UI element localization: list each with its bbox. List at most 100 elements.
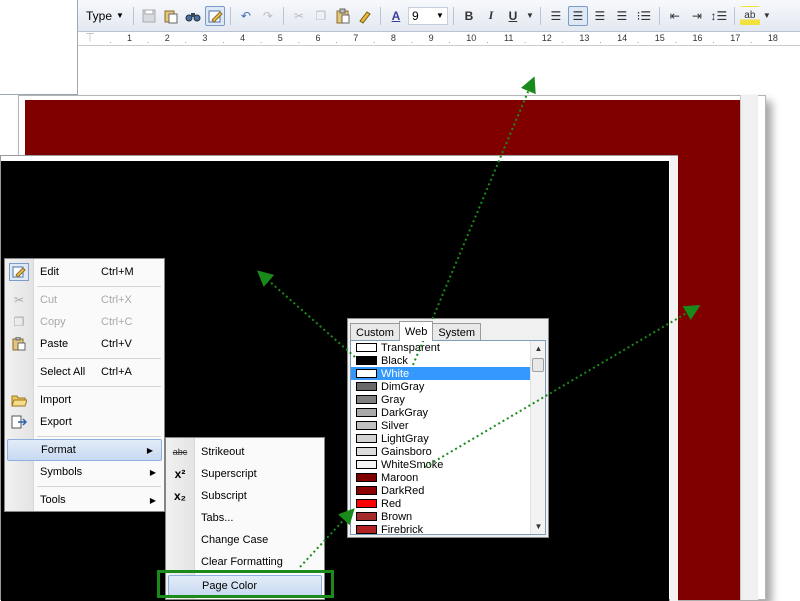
color-swatch — [356, 395, 377, 404]
ruler-tick: · — [712, 38, 715, 47]
color-list-item[interactable]: Red — [351, 497, 531, 510]
horizontal-ruler[interactable]: 1 · 2 · 3 · 4 · 5 · 6 · 7 · 8 · 9 · 10 · 11 · 12 · 13 · 14 · 15 · 16 · 1… — [78, 32, 800, 47]
align-left-icon[interactable]: ☰ — [567, 5, 588, 26]
bullets-icon[interactable]: ⁝☰ — [634, 6, 654, 26]
color-list-item[interactable]: Gray — [351, 393, 531, 406]
menu-item-cut[interactable]: ✂ Cut Ctrl+X — [5, 289, 164, 311]
color-name: WhiteSmoke — [381, 458, 444, 471]
font-color-icon[interactable]: A — [386, 6, 406, 26]
color-list-item[interactable]: Gainsboro — [351, 445, 531, 458]
toolbar-separator — [132, 6, 134, 25]
color-list-item[interactable]: Silver — [351, 419, 531, 432]
ruler-tick: · — [259, 38, 263, 47]
menu-item-change-case[interactable]: Change Case — [166, 529, 324, 551]
ruler-number: 12 — [541, 33, 552, 43]
menu-item-paste[interactable]: Paste Ctrl+V — [5, 333, 164, 355]
menu-item-copy[interactable]: ❐ Copy Ctrl+C — [5, 311, 164, 333]
tab-system[interactable]: System — [432, 323, 482, 341]
menu-item-export[interactable]: Export — [5, 411, 164, 433]
chevron-right-icon: ▶ — [146, 445, 153, 455]
line-spacing-icon[interactable]: ↕☰ — [709, 6, 729, 26]
redo-icon[interactable]: ↷ — [258, 6, 278, 26]
align-center-icon[interactable]: ☰ — [590, 6, 610, 26]
ruler-number: 11 — [504, 33, 514, 43]
color-list-item[interactable]: Black — [351, 354, 531, 367]
color-list-item[interactable]: Firebrick — [351, 523, 531, 534]
menu-item-subscript[interactable]: x₂ Subscript — [166, 485, 324, 507]
indent-marker-icon[interactable]: ⏉ — [86, 32, 94, 43]
color-swatch — [356, 486, 377, 495]
font-size-combo[interactable]: 9 ▼ — [407, 6, 448, 25]
open-folder-icon — [9, 391, 29, 409]
vertical-scrollbar[interactable] — [670, 156, 678, 601]
color-name: DimGray — [381, 380, 425, 393]
scroll-up-icon[interactable]: ▲ — [531, 341, 545, 356]
color-swatch — [356, 447, 377, 456]
decrease-indent-icon[interactable]: ⇤ — [665, 6, 685, 26]
scroll-down-icon[interactable]: ▼ — [531, 519, 545, 534]
chevron-down-icon[interactable]: ▼ — [762, 6, 772, 26]
format-painter-icon[interactable] — [355, 6, 375, 26]
save-icon[interactable] — [139, 6, 159, 26]
menu-item-select-all[interactable]: Select All Ctrl+A — [5, 361, 164, 383]
color-picker-tabs: Custom Web System — [350, 321, 482, 341]
ruler-number: 9 — [428, 33, 434, 43]
paste-icon — [9, 335, 29, 353]
copy-icon[interactable]: ❐ — [311, 6, 331, 26]
tab-custom[interactable]: Custom — [350, 323, 400, 341]
edit-page-icon[interactable] — [204, 5, 225, 26]
highlight-icon[interactable]: ab — [739, 5, 760, 26]
bold-icon[interactable]: B — [459, 6, 479, 26]
menu-item-strikeout[interactable]: abc Strikeout — [166, 441, 324, 463]
italic-icon[interactable]: I — [481, 6, 501, 26]
color-list-item[interactable]: DarkRed — [351, 484, 531, 497]
align-justify-icon[interactable]: ☰ — [546, 6, 566, 26]
style-combo[interactable]: Type ▼ — [82, 7, 128, 25]
copy-icon: ❐ — [13, 315, 25, 329]
vertical-scrollbar[interactable]: ▲ ▼ — [530, 341, 545, 534]
color-list-item[interactable]: Transparent — [351, 341, 531, 354]
edit-page-icon — [9, 263, 29, 281]
ruler-number: 18 — [767, 33, 778, 43]
paste-icon[interactable] — [333, 6, 353, 26]
color-name: Maroon — [381, 471, 419, 484]
menu-item-tabs[interactable]: Tabs... — [166, 507, 324, 529]
menu-item-symbols[interactable]: Symbols ▶ — [5, 461, 164, 483]
scrollbar-thumb[interactable] — [532, 358, 544, 372]
ruler-tick: · — [674, 38, 678, 47]
menu-item-edit[interactable]: Edit Ctrl+M — [5, 261, 164, 283]
menu-item-format[interactable]: Format ▶ — [7, 439, 162, 461]
menu-item-import[interactable]: Import — [5, 389, 164, 411]
color-name: Black — [381, 354, 408, 367]
increase-indent-icon[interactable]: ⇥ — [687, 6, 707, 26]
ruler-number: 1 — [127, 33, 133, 43]
menu-item-tools[interactable]: Tools ▶ — [5, 489, 164, 511]
vertical-scrollbar[interactable] — [740, 95, 758, 600]
superscript-icon: x² — [174, 467, 186, 481]
color-swatch — [356, 408, 377, 417]
undo-icon[interactable]: ↶ — [236, 6, 256, 26]
color-list-item[interactable]: LightGray — [351, 432, 531, 445]
color-list[interactable]: Transparent Black White DimGray Gray DarkGray… — [350, 340, 546, 535]
menu-item-superscript[interactable]: x² Superscript — [166, 463, 324, 485]
color-list-item[interactable]: DarkGray — [351, 406, 531, 419]
color-list-item[interactable]: Maroon — [351, 471, 531, 484]
align-right-icon[interactable]: ☰ — [612, 6, 632, 26]
cut-icon[interactable]: ✂ — [289, 6, 309, 26]
ruler-number: 16 — [692, 33, 703, 43]
find-icon[interactable] — [183, 6, 203, 26]
color-swatch — [356, 434, 377, 443]
color-swatch — [356, 460, 377, 469]
color-list-item[interactable]: DimGray — [351, 380, 531, 393]
color-list-item[interactable]: White — [351, 367, 531, 380]
color-list-item[interactable]: WhiteSmoke — [351, 458, 531, 471]
color-list-item[interactable]: Brown — [351, 510, 531, 523]
underline-icon[interactable]: U — [503, 6, 523, 26]
chevron-down-icon[interactable]: ▼ — [525, 6, 535, 26]
side-panel — [0, 0, 78, 95]
tab-web[interactable]: Web — [398, 321, 434, 341]
paste-special-icon[interactable] — [161, 6, 181, 26]
ruler-number: 7 — [353, 33, 359, 43]
color-swatch — [356, 473, 377, 482]
color-swatch — [356, 499, 377, 508]
